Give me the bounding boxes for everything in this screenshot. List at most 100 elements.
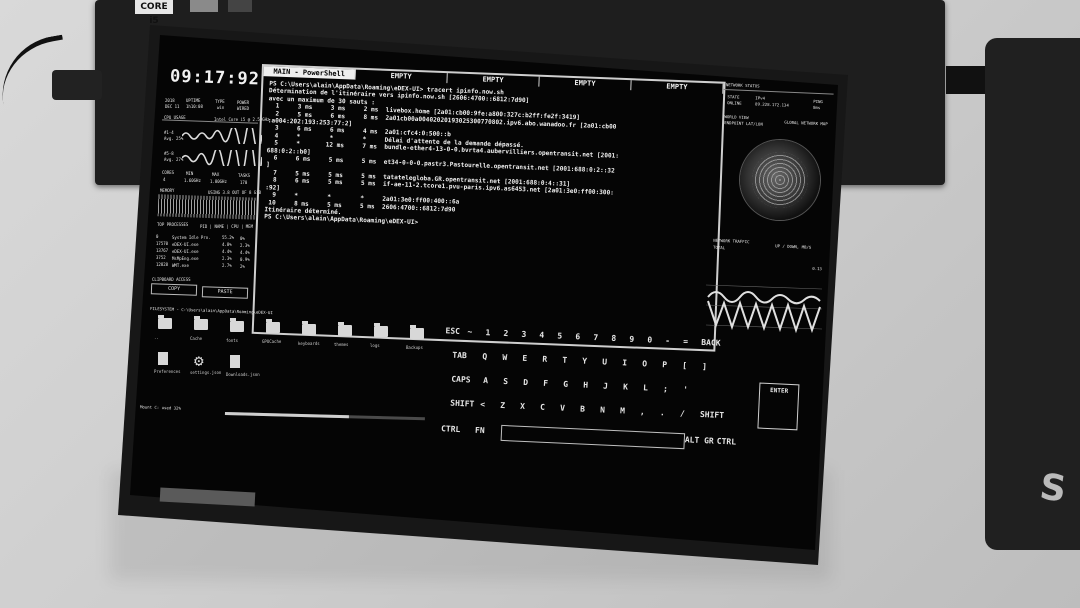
filesystem-item-label: Preferences	[154, 369, 181, 374]
keyboard-key[interactable]: M	[620, 406, 625, 415]
keyboard-key[interactable]: 5	[557, 331, 562, 340]
world-map-dots	[752, 152, 808, 208]
process-cell: 4.8%	[222, 242, 232, 248]
keyboard-key[interactable]: ~	[467, 327, 472, 336]
file-icon[interactable]	[230, 354, 240, 368]
folder-icon[interactable]	[338, 322, 352, 336]
uptime: 1h10:08	[186, 104, 203, 109]
keyboard-key[interactable]: I	[622, 358, 627, 367]
keyboard-key[interactable]: [	[682, 361, 687, 370]
keyboard-key[interactable]: ESC	[445, 326, 460, 336]
keyboard-key[interactable]: Z	[500, 401, 505, 410]
terminal-tab[interactable]: EMPTY	[631, 80, 724, 94]
settings-gear-icon[interactable]: ⚙	[194, 353, 204, 369]
keyboard-key[interactable]: A	[483, 376, 488, 385]
keyboard-key[interactable]: SHIFT	[450, 399, 474, 409]
keyboard-key[interactable]: .	[660, 408, 665, 417]
folder-icon[interactable]	[158, 315, 172, 329]
keyboard-key[interactable]: U	[602, 357, 607, 366]
keyboard-key[interactable]: R	[542, 355, 547, 364]
keyboard-key[interactable]: 6	[575, 332, 580, 341]
process-cell: eDEX-UI.exe	[172, 241, 199, 247]
folder-icon[interactable]	[230, 317, 244, 332]
file-icon[interactable]	[158, 352, 168, 365]
keyboard-key[interactable]: S	[503, 377, 508, 386]
keyboard-key[interactable]: F	[543, 379, 548, 388]
keyboard-key[interactable]: '	[683, 385, 688, 394]
power: WIRED	[237, 106, 250, 111]
folder-icon[interactable]	[194, 316, 208, 331]
cpu-stat-value: 1.60GHz	[184, 178, 201, 183]
traffic-title: NETWORK TRAFFIC	[713, 237, 750, 245]
folder-icon[interactable]	[266, 319, 280, 334]
terminal-tab[interactable]: EMPTY	[447, 73, 540, 87]
keyboard-key[interactable]: J	[603, 381, 608, 390]
keyboard-key[interactable]: ;	[663, 384, 668, 393]
traffic-scale: 0.13	[812, 265, 823, 272]
keyboard-key[interactable]: H	[583, 381, 588, 390]
keyboard-key[interactable]: /	[680, 409, 685, 418]
memory-detail: USING 3.8 OUT OF 8 GiB	[208, 190, 261, 195]
keyboard-key[interactable]: O	[642, 359, 647, 368]
folder-icon[interactable]	[410, 324, 424, 339]
keyboard-key[interactable]: ,	[640, 407, 645, 416]
keyboard-key[interactable]: 3	[521, 330, 526, 339]
process-cell: 0.9%	[240, 256, 250, 262]
process-cell: 2.3%	[240, 242, 250, 248]
process-cell: 0%	[240, 235, 245, 241]
keyboard-key[interactable]: ]	[702, 362, 707, 371]
keyboard-key[interactable]: B	[580, 404, 585, 413]
terminal-output: PS C:\Users\alain\AppData\Roaming\eDEX-U…	[264, 80, 719, 238]
terminal-tab[interactable]: EMPTY	[539, 76, 632, 91]
terminal-window[interactable]: MAIN - PowerShell EMPTY EMPTY EMPTY EMPT…	[251, 64, 726, 352]
copy-button[interactable]: COPY	[150, 283, 198, 296]
uptime-label: UPTIME	[186, 98, 201, 103]
keyboard-key[interactable]: V	[560, 404, 565, 413]
process-cell: 2.3%	[222, 256, 232, 262]
keyboard-key[interactable]: BACK	[701, 338, 721, 348]
processes-columns: PID | NAME | CPU | MEM	[200, 224, 253, 229]
keyboard-key[interactable]: W	[502, 353, 507, 362]
keyboard-key[interactable]: CTRL	[441, 424, 461, 434]
paste-button[interactable]: PASTE	[201, 286, 249, 299]
keyboard-key[interactable]: P	[662, 360, 667, 369]
space-key[interactable]	[500, 424, 686, 450]
keyboard-key[interactable]: 4	[539, 331, 544, 340]
keyboard-key[interactable]: Q	[482, 352, 487, 361]
keyboard-key[interactable]: SHIFT	[700, 410, 724, 420]
keyboard-key[interactable]: X	[520, 402, 525, 411]
keyboard-key[interactable]: 0	[647, 335, 652, 344]
process-cell: System Idle Pro.	[172, 234, 211, 240]
keyboard-key[interactable]: G	[563, 380, 568, 389]
cpu-core-group: #5-8	[164, 151, 174, 156]
keyboard-key[interactable]: N	[600, 405, 605, 414]
keyboard-key[interactable]: D	[523, 378, 528, 387]
keyboard-key[interactable]: <	[480, 400, 485, 409]
keyboard-key[interactable]: FN	[475, 426, 485, 435]
folder-icon[interactable]	[374, 323, 388, 338]
network-title: NETWORK STATUS	[725, 82, 760, 89]
keyboard-key[interactable]: Y	[582, 357, 587, 366]
keyboard-key[interactable]: TAB	[452, 351, 467, 361]
keyboard-key[interactable]: L	[643, 383, 648, 392]
keyboard-key[interactable]: =	[683, 337, 688, 346]
keyboard-key[interactable]: ALT GR	[685, 435, 714, 445]
keyboard-key[interactable]: CTRL	[717, 437, 737, 447]
folder-icon[interactable]	[302, 320, 316, 335]
state-label: STATE	[727, 94, 740, 100]
keyboard-key[interactable]: 8	[611, 334, 616, 343]
keyboard-key[interactable]: T	[562, 356, 567, 365]
keyboard-key[interactable]: 9	[629, 335, 634, 344]
terminal-tab[interactable]: MAIN - PowerShell	[263, 66, 356, 80]
keyboard-key[interactable]: 7	[593, 333, 598, 342]
type-label: TYPE	[215, 99, 225, 104]
enter-key[interactable]: ENTER	[757, 382, 800, 431]
terminal-tab[interactable]: EMPTY	[355, 69, 448, 84]
keyboard-key[interactable]: C	[540, 403, 545, 412]
keyboard-key[interactable]: E	[522, 354, 527, 363]
keyboard-key[interactable]: 2	[503, 329, 508, 338]
keyboard-key[interactable]: K	[623, 382, 628, 391]
keyboard-key[interactable]: CAPS	[451, 375, 471, 385]
keyboard-key[interactable]: -	[665, 336, 670, 345]
keyboard-key[interactable]: 1	[485, 328, 490, 337]
